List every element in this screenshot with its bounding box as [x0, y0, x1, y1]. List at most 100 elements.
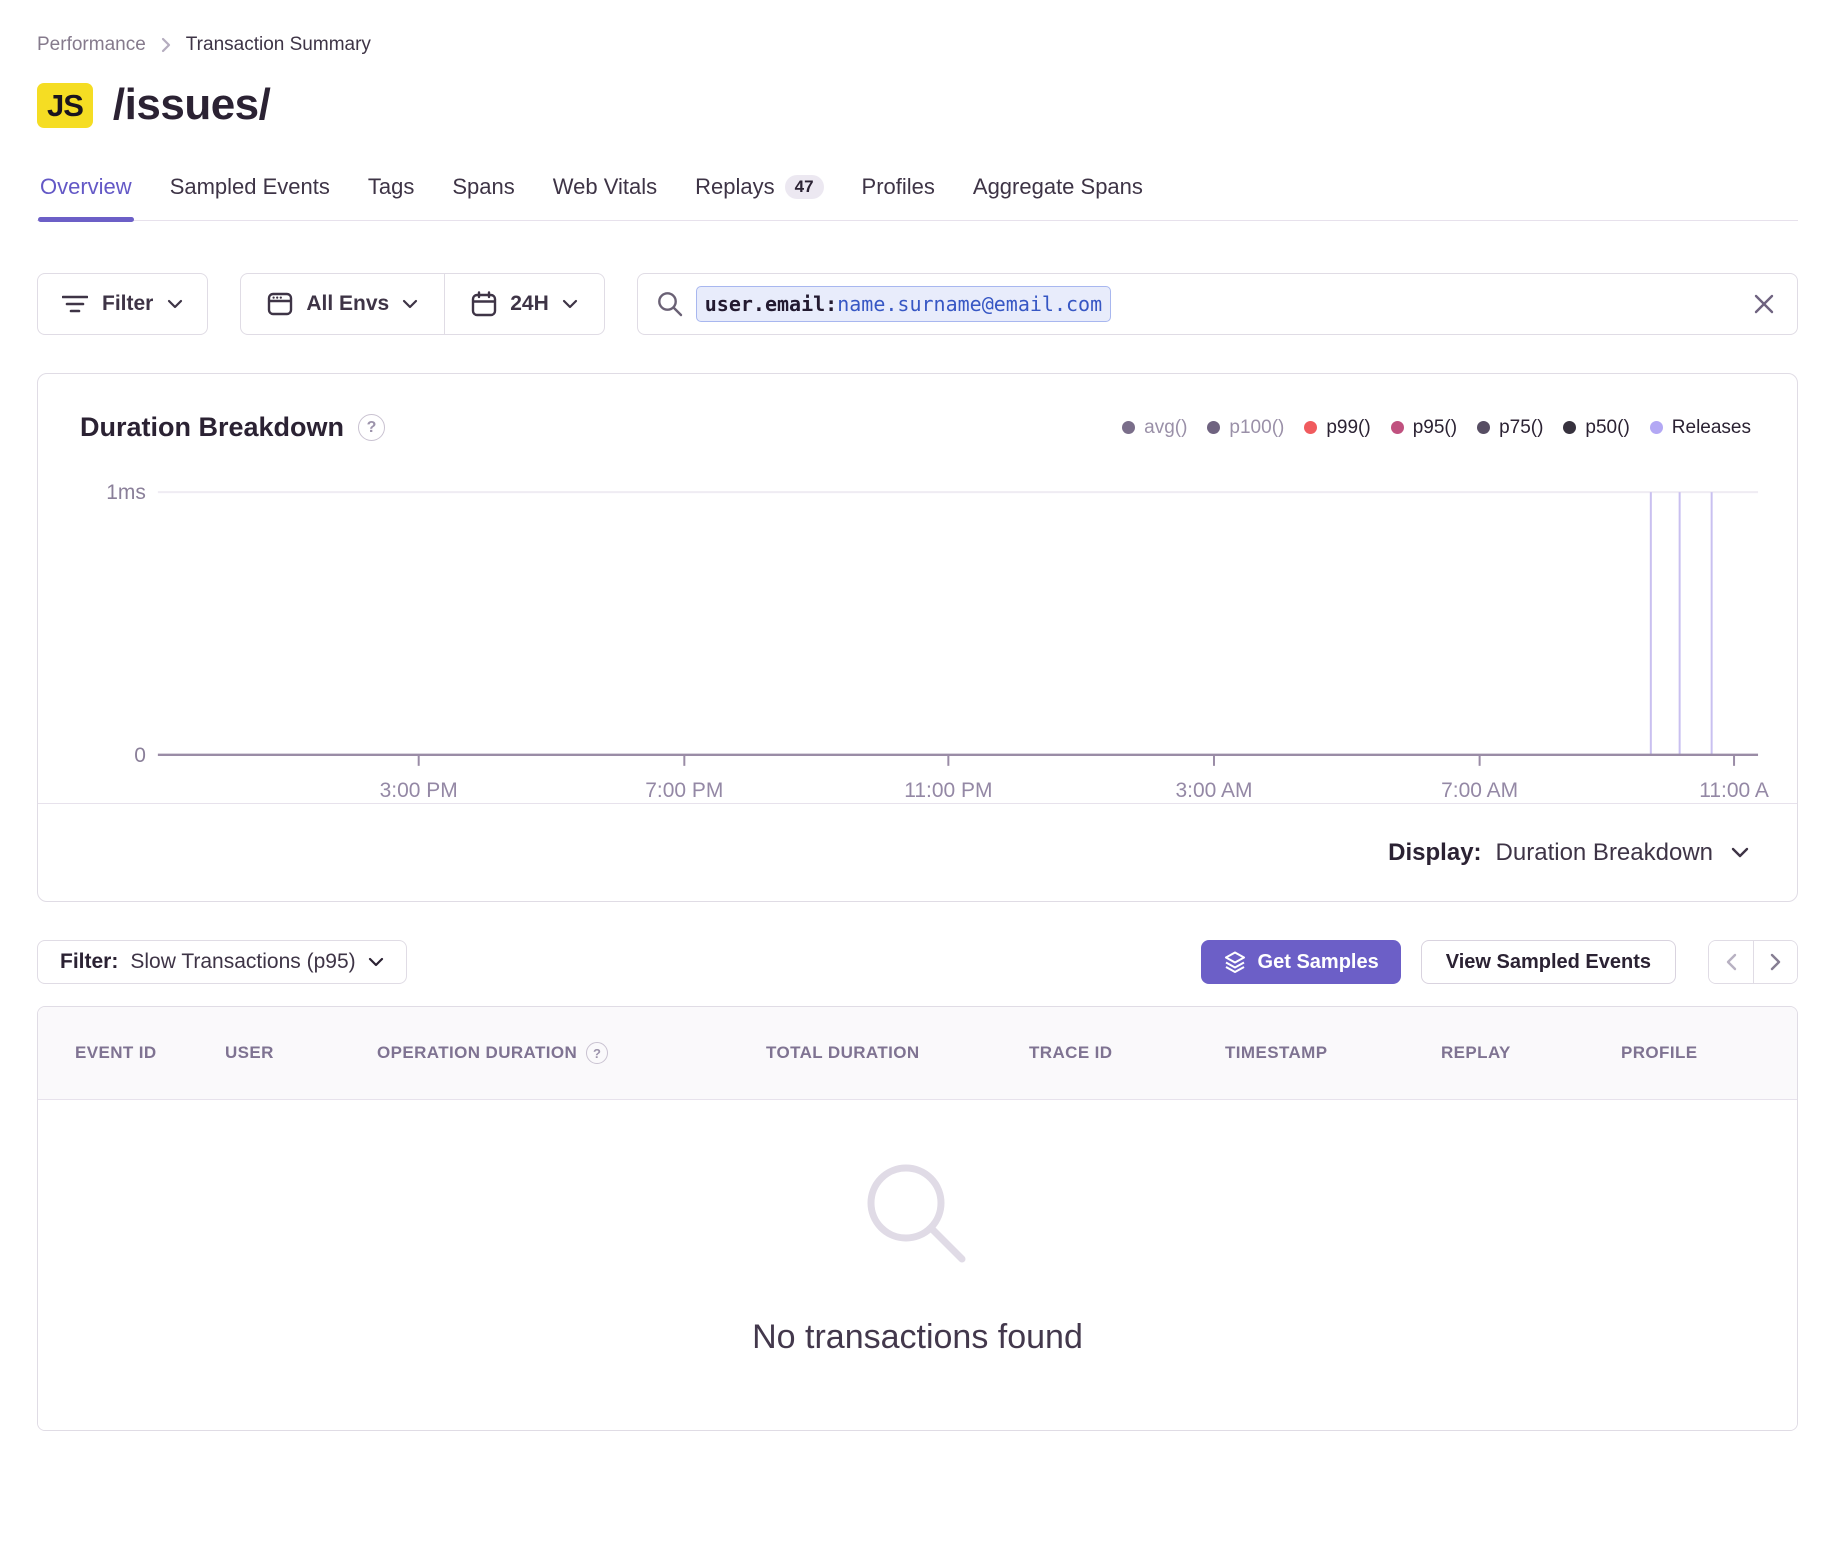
search-token-key: user.email:	[705, 292, 837, 316]
chart-title: Duration Breakdown	[80, 412, 344, 443]
svg-text:7:00 PM: 7:00 PM	[645, 779, 723, 802]
get-samples-button[interactable]: Get Samples	[1201, 940, 1401, 984]
search-icon	[656, 290, 684, 318]
column-header-label: OPERATION DURATION	[377, 1043, 577, 1063]
legend-label: p99()	[1326, 417, 1370, 439]
legend-dot-icon	[1477, 421, 1490, 434]
chart-help-icon[interactable]: ?	[358, 414, 385, 441]
view-sampled-events-label: View Sampled Events	[1446, 951, 1651, 973]
chevron-down-icon	[368, 957, 384, 967]
chevron-right-icon	[160, 36, 172, 54]
legend-dot-icon	[1304, 421, 1317, 434]
legend-label: Releases	[1672, 417, 1751, 439]
column-header-label: PROFILE	[1621, 1043, 1697, 1063]
window-icon	[267, 292, 293, 316]
svg-text:1ms: 1ms	[106, 481, 146, 504]
tab-label: Profiles	[862, 174, 935, 200]
tab-count-badge: 47	[785, 175, 824, 200]
tab-sampled-events[interactable]: Sampled Events	[168, 174, 332, 220]
display-label: Display:	[1388, 839, 1481, 867]
filter-button[interactable]: Filter	[37, 273, 208, 335]
table-empty-state: No transactions found	[38, 1100, 1797, 1430]
transactions-table: EVENT IDUSEROPERATION DURATION?TOTAL DUR…	[37, 1006, 1798, 1431]
legend-dot-icon	[1391, 421, 1404, 434]
legend-label: p75()	[1499, 417, 1543, 439]
legend-item-releases[interactable]: Releases	[1650, 417, 1751, 439]
legend-item-avg[interactable]: avg()	[1122, 417, 1187, 439]
legend-dot-icon	[1650, 421, 1663, 434]
legend-label: p95()	[1413, 417, 1457, 439]
environment-select[interactable]: All Envs	[241, 274, 444, 334]
column-header-profile: PROFILE	[1621, 1043, 1797, 1063]
legend-item-p99[interactable]: p99()	[1304, 417, 1370, 439]
tab-spans[interactable]: Spans	[450, 174, 516, 220]
page-header: JS /issues/	[37, 80, 1798, 130]
tab-profiles[interactable]: Profiles	[860, 174, 937, 220]
legend-dot-icon	[1122, 421, 1135, 434]
chevron-down-icon	[562, 299, 578, 309]
tab-label: Overview	[40, 174, 132, 200]
legend-item-p95[interactable]: p95()	[1391, 417, 1457, 439]
date-range-value: 24H	[510, 292, 549, 316]
calendar-icon	[471, 291, 497, 317]
env-date-group: All Envs 24H	[240, 273, 604, 335]
clear-search-icon[interactable]	[1751, 291, 1777, 317]
page-title: /issues/	[113, 80, 270, 130]
column-header-replay: REPLAY	[1441, 1043, 1621, 1063]
breadcrumb-performance[interactable]: Performance	[37, 34, 146, 56]
column-header-trace-id: TRACE ID	[1029, 1043, 1225, 1063]
legend-item-p75[interactable]: p75()	[1477, 417, 1543, 439]
table-header-row: EVENT IDUSEROPERATION DURATION?TOTAL DUR…	[38, 1007, 1797, 1100]
next-page-button[interactable]	[1753, 941, 1797, 983]
display-selector-row: Display: Duration Breakdown	[38, 803, 1797, 901]
column-header-event-id: EVENT ID	[38, 1043, 225, 1063]
column-header-label: TOTAL DURATION	[766, 1043, 920, 1063]
column-header-label: EVENT ID	[75, 1043, 157, 1063]
chart-header: Duration Breakdown ? avg() p100() p99() p95…	[38, 374, 1797, 451]
breadcrumb-transaction-summary: Transaction Summary	[186, 34, 371, 56]
transactions-filter-select[interactable]: Filter: Slow Transactions (p95)	[37, 940, 407, 984]
legend-label: avg()	[1144, 417, 1187, 439]
layers-icon	[1223, 950, 1247, 974]
breadcrumb: Performance Transaction Summary	[37, 34, 1798, 56]
chevron-down-icon	[402, 299, 418, 309]
column-help-icon[interactable]: ?	[586, 1042, 608, 1064]
tab-overview[interactable]: Overview	[38, 174, 134, 220]
tab-label: Web Vitals	[553, 174, 657, 200]
legend-dot-icon	[1207, 421, 1220, 434]
tab-aggregate-spans[interactable]: Aggregate Spans	[971, 174, 1145, 220]
get-samples-label: Get Samples	[1258, 951, 1379, 974]
legend-label: p50()	[1585, 417, 1629, 439]
tab-web-vitals[interactable]: Web Vitals	[551, 174, 659, 220]
chart-legend: avg() p100() p99() p95() p75() p50() Releases	[1122, 417, 1751, 439]
column-header-label: REPLAY	[1441, 1043, 1511, 1063]
column-header-operation-duration: OPERATION DURATION?	[377, 1042, 766, 1064]
filter-lines-icon	[62, 294, 88, 314]
view-sampled-events-button[interactable]: View Sampled Events	[1421, 940, 1676, 984]
legend-item-p50[interactable]: p50()	[1563, 417, 1629, 439]
empty-state-text: No transactions found	[752, 1318, 1083, 1357]
tab-replays[interactable]: Replays47	[693, 174, 825, 220]
legend-dot-icon	[1563, 421, 1576, 434]
chevron-down-icon	[1731, 847, 1749, 858]
svg-text:11:00 PM: 11:00 PM	[904, 779, 992, 802]
search-token[interactable]: user.email:name.surname@email.com	[696, 286, 1111, 322]
svg-text:11:00 A: 11:00 A	[1699, 779, 1769, 802]
display-select[interactable]: Duration Breakdown	[1496, 839, 1713, 867]
transaction-summary-page: Performance Transaction Summary JS /issu…	[0, 34, 1834, 1431]
svg-text:3:00 AM: 3:00 AM	[1176, 779, 1253, 802]
project-platform-badge: JS	[37, 83, 93, 128]
duration-breakdown-panel: Duration Breakdown ? avg() p100() p99() p95…	[37, 373, 1798, 902]
tab-label: Aggregate Spans	[973, 174, 1143, 200]
svg-text:3:00 PM: 3:00 PM	[380, 779, 458, 802]
tab-label: Tags	[368, 174, 414, 200]
prev-page-button[interactable]	[1709, 941, 1753, 983]
transactions-filter-label: Filter:	[60, 950, 118, 974]
legend-label: p100()	[1229, 417, 1284, 439]
column-header-label: TRACE ID	[1029, 1043, 1112, 1063]
tab-bar: Overview Sampled Events Tags Spans Web Vital…	[37, 174, 1798, 221]
date-range-select[interactable]: 24H	[445, 274, 604, 334]
tab-tags[interactable]: Tags	[366, 174, 416, 220]
legend-item-p100[interactable]: p100()	[1207, 417, 1284, 439]
search-input[interactable]: user.email:name.surname@email.com	[637, 273, 1798, 335]
